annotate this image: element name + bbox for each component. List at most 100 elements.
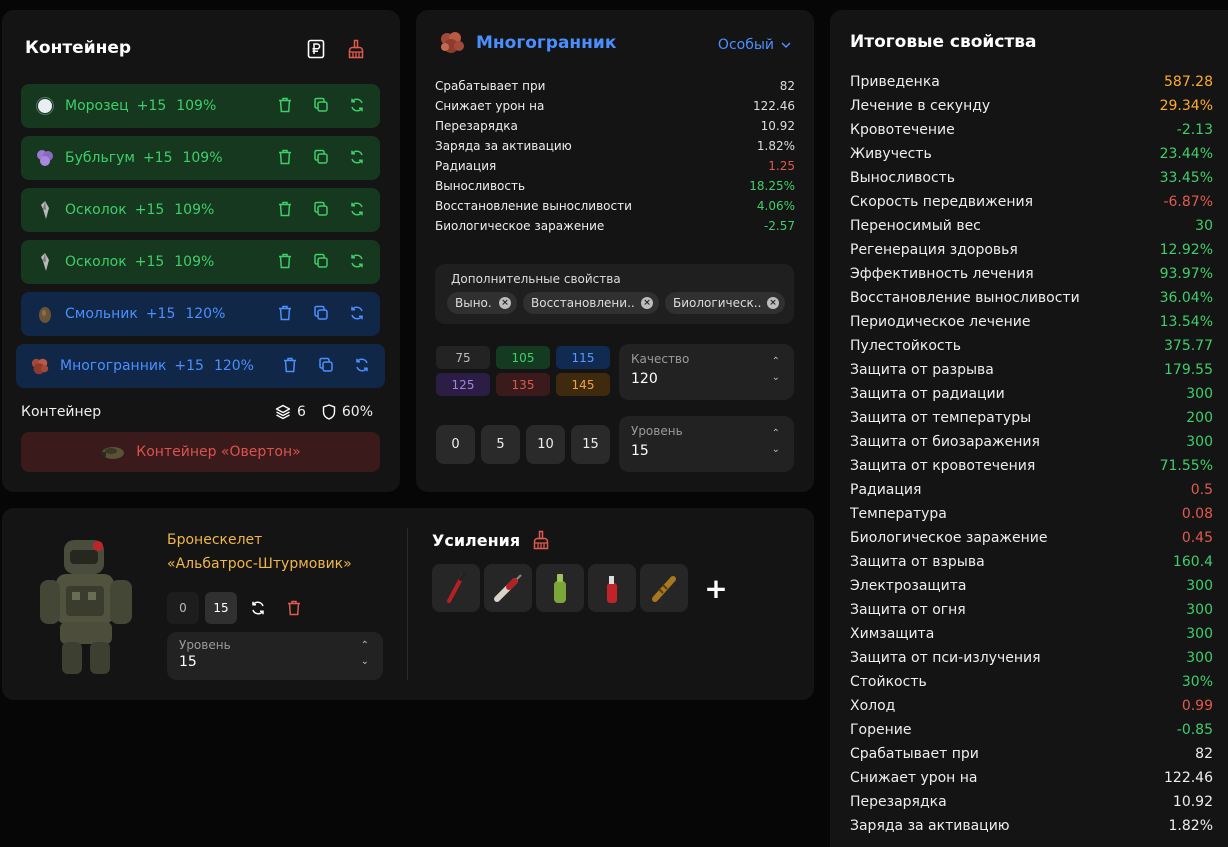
artifact-slot[interactable]: Осколок +15 109% xyxy=(21,240,380,284)
property-chip[interactable]: Биологическ... × xyxy=(665,292,785,314)
trash-icon[interactable] xyxy=(276,200,294,218)
level-button[interactable]: 0 xyxy=(436,425,475,464)
artifact-slot[interactable]: Смольник +15 120% xyxy=(21,292,380,336)
copy-icon[interactable] xyxy=(312,252,330,270)
close-icon[interactable]: × xyxy=(767,297,779,309)
quality-button[interactable]: 125 xyxy=(436,373,490,396)
armor-level-min-button[interactable]: 0 xyxy=(167,592,199,624)
trash-icon[interactable] xyxy=(281,356,299,374)
boost-slot[interactable] xyxy=(484,564,532,612)
summary-label: Переносимый вес xyxy=(850,218,981,234)
artifact-slot[interactable]: Многогранник +15 120% xyxy=(16,344,385,388)
summary-label: Защита от огня xyxy=(850,602,966,618)
copy-icon[interactable] xyxy=(312,96,330,114)
artifact-slot[interactable]: Морозец +15 109% xyxy=(21,84,380,128)
stat-value: 1.82% xyxy=(756,139,795,153)
summary-value: 33.45% xyxy=(1159,170,1213,186)
refresh-icon[interactable] xyxy=(243,593,273,623)
summary-label: Периодическое лечение xyxy=(850,314,1031,330)
summary-label: Живучесть xyxy=(850,146,932,162)
summary-label: Защита от взрыва xyxy=(850,554,985,570)
stat-value: 82 xyxy=(779,79,795,93)
slots-count: 6 xyxy=(275,404,306,420)
stepper-icon[interactable]: ⌃ ⌄ xyxy=(361,638,369,670)
refresh-icon[interactable] xyxy=(353,356,371,374)
level-button[interactable]: 5 xyxy=(481,425,520,464)
summary-label: Перезарядка xyxy=(850,794,947,810)
boost-slot[interactable] xyxy=(588,564,636,612)
quality-button[interactable]: 145 xyxy=(556,373,610,396)
slot-level: +15 xyxy=(145,306,176,322)
container-select-button[interactable]: Контейнер «Овертон» xyxy=(21,432,380,472)
quality-button[interactable]: 115 xyxy=(556,346,610,369)
stat-row: Радиация 1.25 xyxy=(435,156,795,176)
refresh-icon[interactable] xyxy=(348,252,366,270)
close-icon[interactable]: × xyxy=(641,297,653,309)
quality-select[interactable]: Качество 120 ⌃ ⌄ xyxy=(619,344,794,400)
ruble-doc-icon[interactable] xyxy=(305,38,327,60)
stat-row: Биологическое заражение -2.57 xyxy=(435,216,795,236)
stepper-icon[interactable]: ⌃ ⌄ xyxy=(772,426,780,458)
red-spray-icon xyxy=(607,576,617,603)
close-icon[interactable]: × xyxy=(499,297,511,309)
level-select[interactable]: Уровень 15 ⌃ ⌄ xyxy=(619,416,794,472)
summary-row: Биологическое заражение 0.45 xyxy=(850,526,1213,550)
slot-percent: 109% xyxy=(174,254,215,270)
stat-row: Перезарядка 10.92 xyxy=(435,116,795,136)
property-chip[interactable]: Восстановлени... × xyxy=(523,292,659,314)
slot-name: Бубльгум xyxy=(65,150,135,166)
boost-slot[interactable] xyxy=(640,564,688,612)
slot-percent: 109% xyxy=(182,150,223,166)
armor-panel: Бронескелет «Альбатрос-Штурмовик» 0 15 У… xyxy=(2,508,814,700)
refresh-icon[interactable] xyxy=(348,148,366,166)
slot-level: +15 xyxy=(136,98,167,114)
stat-label: Восстановление выносливости xyxy=(435,199,632,213)
trash-icon[interactable] xyxy=(276,252,294,270)
shard-icon xyxy=(35,252,55,272)
green-bottle-icon xyxy=(554,574,566,603)
level-button[interactable]: 15 xyxy=(571,425,610,464)
summary-value: 1.82% xyxy=(1168,818,1213,834)
copy-icon[interactable] xyxy=(317,356,335,374)
refresh-icon[interactable] xyxy=(348,96,366,114)
summary-label: Защита от биозаражения xyxy=(850,434,1040,450)
slot-level: +15 xyxy=(134,254,165,270)
summary-value: 375.77 xyxy=(1164,338,1213,354)
quality-button[interactable]: 75 xyxy=(436,346,490,369)
copy-icon[interactable] xyxy=(312,304,330,322)
summary-row: Защита от радиации 300 xyxy=(850,382,1213,406)
copy-icon[interactable] xyxy=(312,200,330,218)
trash-icon[interactable] xyxy=(279,593,309,623)
quality-button[interactable]: 105 xyxy=(496,346,550,369)
trash-icon[interactable] xyxy=(276,148,294,166)
summary-label: Кровотечение xyxy=(850,122,955,138)
summary-row: Эффективность лечения 93.97% xyxy=(850,262,1213,286)
armor-level-max-button[interactable]: 15 xyxy=(205,592,237,624)
trash-icon[interactable] xyxy=(276,96,294,114)
shard-icon xyxy=(35,200,55,220)
copy-icon[interactable] xyxy=(312,148,330,166)
summary-row: Снижает урон на 122.46 xyxy=(850,766,1213,790)
artifact-slot[interactable]: Бубльгум +15 109% xyxy=(21,136,380,180)
summary-label: Восстановление выносливости xyxy=(850,290,1080,306)
add-boost-button[interactable]: + xyxy=(692,564,740,612)
refresh-icon[interactable] xyxy=(348,200,366,218)
trash-icon[interactable] xyxy=(276,304,294,322)
slot-name: Осколок xyxy=(65,254,127,270)
armor-level-select[interactable]: Уровень 15 ⌃ ⌄ xyxy=(167,632,383,680)
broom-icon[interactable] xyxy=(532,530,550,550)
level-button[interactable]: 10 xyxy=(526,425,565,464)
rarity-dropdown[interactable]: Особый xyxy=(718,37,792,53)
container-item-icon xyxy=(102,447,125,459)
refresh-icon[interactable] xyxy=(348,304,366,322)
quality-button[interactable]: 135 xyxy=(496,373,550,396)
property-chip[interactable]: Выно... × xyxy=(447,292,517,314)
slot-name: Морозец xyxy=(65,98,129,114)
artifact-slot[interactable]: Осколок +15 109% xyxy=(21,188,380,232)
stat-value: 4.06% xyxy=(756,199,795,213)
boosts-title: Усиления xyxy=(432,530,521,550)
boost-slot[interactable] xyxy=(432,564,480,612)
stepper-icon[interactable]: ⌃ ⌄ xyxy=(772,354,780,386)
boost-slot[interactable] xyxy=(536,564,584,612)
broom-icon[interactable] xyxy=(345,38,367,60)
